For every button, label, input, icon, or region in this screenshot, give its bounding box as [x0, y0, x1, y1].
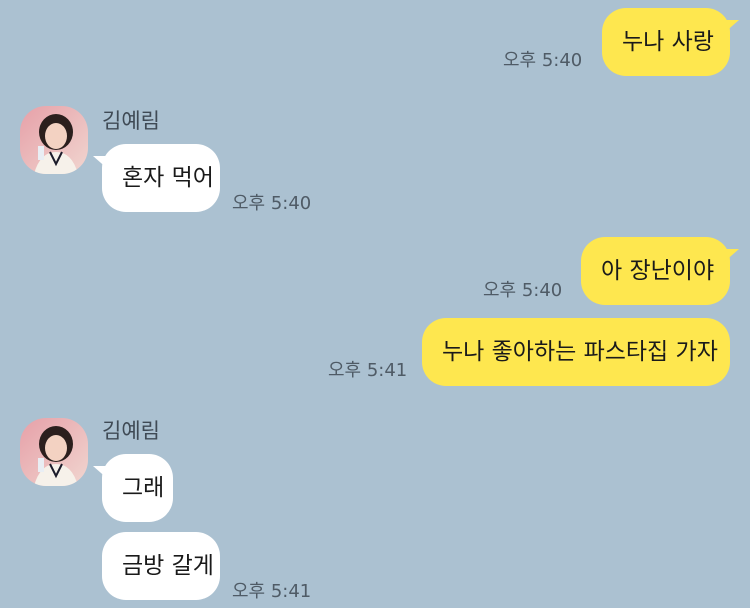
avatar-photo-icon — [20, 106, 88, 174]
sender-avatar[interactable] — [20, 418, 88, 486]
their-message-bubble[interactable]: 혼자 먹어 — [93, 144, 220, 212]
message-timestamp: 오후 5:40 — [503, 50, 583, 71]
message-timestamp: 오후 5:41 — [232, 581, 312, 602]
message-timestamp: 오후 5:40 — [232, 193, 312, 214]
avatar-photo-icon — [20, 418, 88, 486]
sender-name: 김예림 — [102, 109, 160, 133]
message-timestamp: 오후 5:40 — [483, 280, 563, 301]
message-timestamp: 오후 5:41 — [328, 360, 408, 381]
my-message-bubble[interactable]: 아 장난이야 — [581, 237, 739, 305]
sender-name: 김예림 — [102, 419, 160, 443]
chat-view: 누나 사랑 오후 5:40 김예림 혼자 먹어 오후 5:40 아 장난이야 오… — [0, 0, 750, 608]
my-message-bubble[interactable]: 누나 사랑 — [602, 8, 739, 76]
sender-avatar[interactable] — [20, 106, 88, 174]
their-message-bubble[interactable]: 금방 갈게 — [102, 532, 220, 600]
my-message-bubble[interactable]: 누나 좋아하는 파스타집 가자 — [422, 318, 730, 386]
their-message-bubble[interactable]: 그래 — [93, 454, 173, 522]
